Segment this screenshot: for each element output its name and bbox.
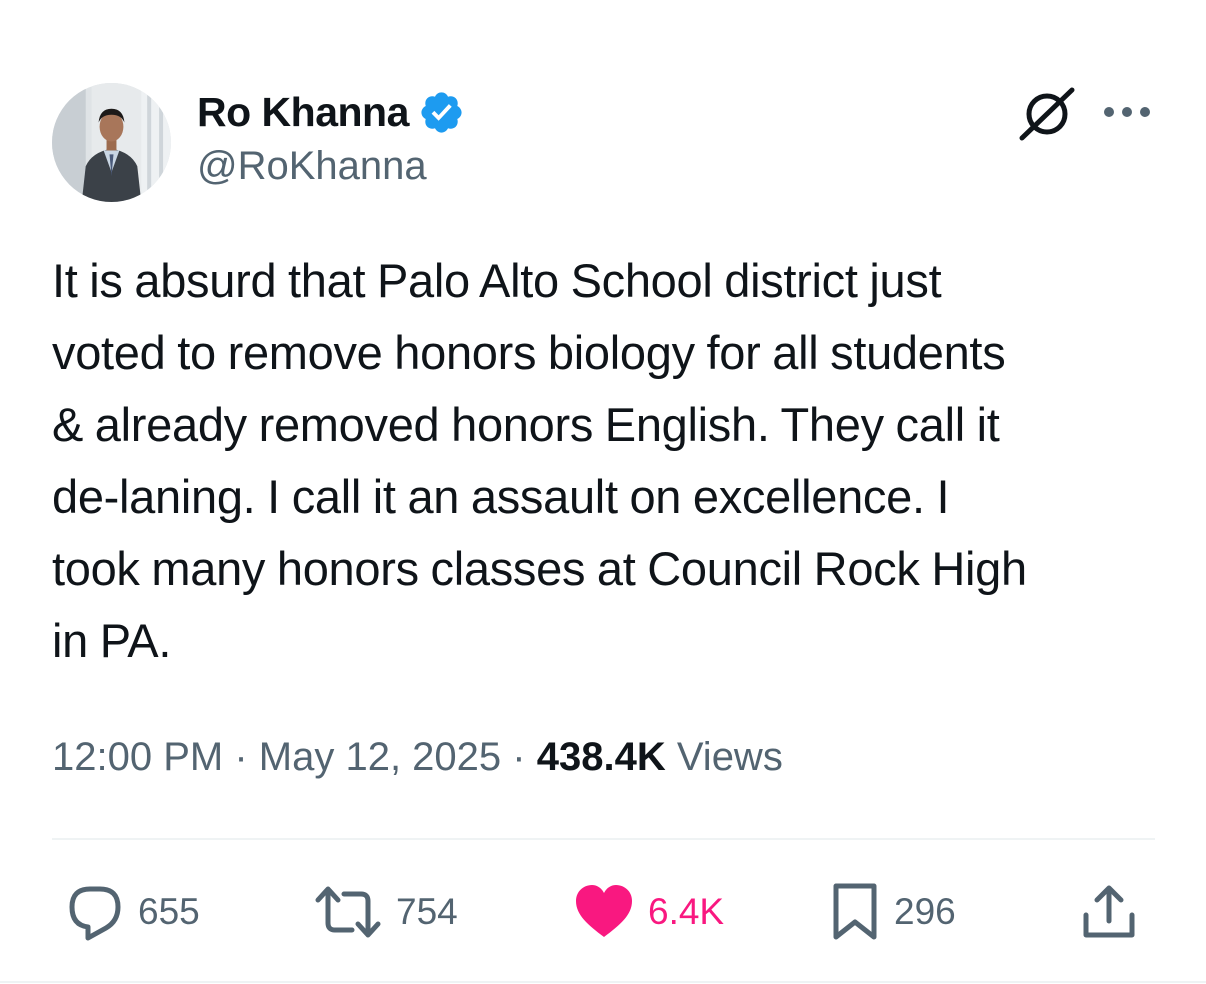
tweet-text: It is absurd that Palo Alto School distr… <box>52 245 1167 677</box>
tweet-text-line: in PA. <box>52 614 172 667</box>
tweet-text-line: de-laning. I call it an assault on excel… <box>52 470 950 523</box>
avatar[interactable] <box>52 83 171 202</box>
views-label[interactable]: Views <box>677 735 783 779</box>
repost-button[interactable]: 754 <box>314 883 458 941</box>
reply-icon <box>69 886 121 941</box>
like-button[interactable]: 6.4K <box>574 883 724 941</box>
like-count: 6.4K <box>648 891 725 932</box>
verified-badge-icon <box>418 89 465 136</box>
tweet-text-line: took many honors classes at Council Rock… <box>52 542 1027 595</box>
divider <box>52 838 1155 840</box>
bottom-divider <box>0 981 1206 983</box>
share-button[interactable] <box>1080 883 1138 941</box>
bookmark-button[interactable]: 296 <box>830 883 956 941</box>
more-options-icon[interactable] <box>1101 98 1153 126</box>
author-name-row[interactable]: Ro Khanna <box>197 88 465 136</box>
repost-count: 754 <box>396 891 458 932</box>
meta-separator: · <box>234 735 259 779</box>
views-count[interactable]: 438.4K <box>537 735 677 779</box>
bookmark-count: 296 <box>894 891 956 932</box>
avatar-photo <box>52 83 171 202</box>
tweet-text-line: & already removed honors English. They c… <box>52 398 1000 451</box>
author-display-name[interactable]: Ro Khanna <box>197 89 409 136</box>
reply-button[interactable]: 655 <box>66 883 200 941</box>
tweet-text-line: It is absurd that Palo Alto School distr… <box>52 254 942 307</box>
author-handle[interactable]: @RoKhanna <box>197 146 427 186</box>
reply-count: 655 <box>138 891 200 932</box>
meta-separator: · <box>512 735 537 779</box>
bookmark-icon <box>833 883 877 940</box>
repost-icon <box>315 886 381 938</box>
like-icon <box>576 885 632 937</box>
tweet-text-line: voted to remove honors biology for all s… <box>52 326 1006 379</box>
tweet-date[interactable]: May 12, 2025 <box>259 735 501 779</box>
tweet-meta-row: 12:00 PM · May 12, 2025 · 438.4K Views <box>52 731 783 783</box>
tweet-time[interactable]: 12:00 PM <box>52 735 223 779</box>
share-icon <box>1083 885 1135 938</box>
grok-icon[interactable] <box>1018 87 1076 141</box>
